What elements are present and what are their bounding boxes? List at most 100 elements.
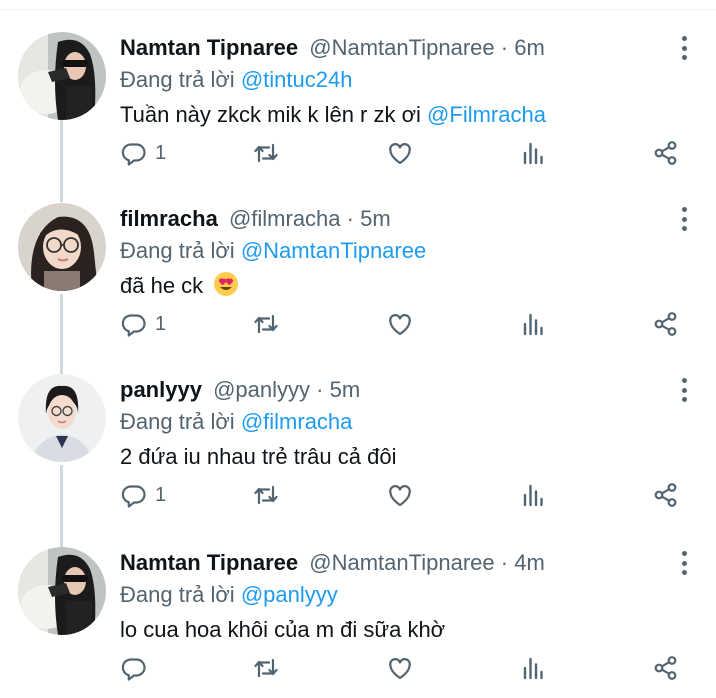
heart-icon (389, 485, 411, 507)
more-vertical-icon[interactable] (672, 34, 696, 62)
views-button[interactable] (520, 309, 548, 339)
tweet-text-body: lo cua hoa khôi của m đi sữa khờ (120, 617, 446, 642)
views-button[interactable] (520, 138, 548, 168)
text-mention[interactable]: @Filmracha (427, 102, 546, 127)
more-vertical-icon[interactable] (672, 205, 696, 233)
timestamp[interactable]: 5m (360, 206, 391, 231)
author-handle[interactable]: @panlyyy (213, 377, 310, 402)
retweet-icon (254, 485, 278, 505)
tweet-header: Namtan Tipnaree @NamtanTipnaree · 4m (120, 547, 545, 579)
heart-icon (389, 314, 411, 336)
timestamp[interactable]: 6m (514, 35, 545, 60)
top-divider (0, 9, 716, 10)
heart-eyes-emoji (214, 272, 239, 296)
views-icon (523, 142, 543, 165)
filmracha-avatar (18, 203, 106, 291)
replying-to: Đang trả lời @panlyyy (120, 580, 338, 610)
separator-dot: · (316, 377, 324, 402)
replying-to-label: Đang trả lời (120, 582, 235, 607)
author-name[interactable]: panlyyy (120, 377, 202, 402)
tweet-actions (120, 653, 690, 683)
reply-count: 1 (155, 141, 167, 164)
tweet[interactable]: filmracha @filmracha · 5m Đang trả lời @… (0, 203, 716, 353)
share-button[interactable] (652, 480, 680, 510)
author-handle[interactable]: @filmracha (229, 206, 341, 231)
reply-button[interactable] (120, 653, 155, 683)
replying-to-label: Đang trả lời (120, 67, 235, 92)
like-button[interactable] (386, 138, 414, 168)
more-vertical-icon[interactable] (672, 376, 696, 404)
tweet[interactable]: panlyyy @panlyyy · 5m Đang trả lời @film… (0, 374, 716, 524)
heart-icon (389, 143, 411, 165)
views-button[interactable] (520, 480, 548, 510)
like-button[interactable] (386, 480, 414, 510)
retweet-icon (254, 143, 278, 163)
retweet-button[interactable] (252, 138, 280, 168)
replying-to-label: Đang trả lời (120, 409, 235, 434)
namtan-avatar (18, 547, 106, 635)
tweet-header: filmracha @filmracha · 5m (120, 203, 391, 235)
tweet-text: Tuần này zkck mik k lên r zk ơi @Filmrac… (120, 99, 546, 131)
tweet-actions: 1 (120, 309, 690, 339)
more-vertical-icon[interactable] (672, 549, 696, 577)
reply-count: 1 (155, 312, 167, 335)
retweet-button[interactable] (252, 653, 280, 683)
reply-button[interactable]: 1 (120, 138, 166, 168)
share-icon (654, 483, 677, 507)
tweet-text: lo cua hoa khôi của m đi sữa khờ (120, 614, 445, 646)
timestamp[interactable]: 4m (514, 550, 545, 575)
share-icon (654, 656, 677, 680)
tweet-actions: 1 (120, 138, 690, 168)
like-button[interactable] (386, 309, 414, 339)
reply-count: 1 (155, 483, 167, 506)
reply-button[interactable]: 1 (120, 480, 166, 510)
author-handle[interactable]: @NamtanTipnaree (309, 35, 494, 60)
replying-to-mention[interactable]: @filmracha (241, 409, 353, 434)
retweet-icon (254, 658, 278, 678)
replying-to-mention[interactable]: @panlyyy (241, 582, 338, 607)
tweet-text: đã he ck (120, 270, 239, 302)
reply-icon (121, 314, 146, 337)
reply-button[interactable]: 1 (120, 309, 166, 339)
tweet-text: 2 đứa iu nhau trẻ trâu cả đôi (120, 441, 396, 473)
retweet-button[interactable] (252, 480, 280, 510)
heart-icon (389, 658, 411, 680)
views-icon (523, 657, 543, 680)
replying-to-mention[interactable]: @NamtanTipnaree (241, 238, 426, 263)
tweet-text-body: 2 đứa iu nhau trẻ trâu cả đôi (120, 444, 397, 469)
namtan-avatar (18, 32, 106, 120)
tweet-actions: 1 (120, 480, 690, 510)
avatar[interactable] (18, 374, 106, 462)
share-icon (654, 312, 677, 336)
views-icon (523, 484, 543, 507)
reply-icon (121, 485, 146, 508)
separator-dot: · (500, 550, 509, 575)
avatar[interactable] (18, 32, 106, 120)
avatar[interactable] (18, 547, 106, 635)
panlyyy-avatar (18, 374, 106, 462)
like-button[interactable] (386, 653, 414, 683)
views-button[interactable] (520, 653, 548, 683)
author-name[interactable]: filmracha (120, 206, 218, 231)
separator-dot: · (500, 35, 509, 60)
share-icon (654, 141, 677, 165)
replying-to: Đang trả lời @filmracha (120, 407, 352, 437)
author-name[interactable]: Namtan Tipnaree (120, 550, 298, 575)
retweet-button[interactable] (252, 309, 280, 339)
replying-to-label: Đang trả lời (120, 238, 235, 263)
timestamp[interactable]: 5m (330, 377, 361, 402)
share-button[interactable] (652, 138, 680, 168)
tweet-text-body: Tuần này zkck mik k lên r zk ơi (120, 102, 421, 127)
author-handle[interactable]: @NamtanTipnaree (309, 550, 494, 575)
author-name[interactable]: Namtan Tipnaree (120, 35, 298, 60)
replying-to: Đang trả lời @tintuc24h (120, 65, 352, 95)
tweet-header: Namtan Tipnaree @NamtanTipnaree · 6m (120, 32, 545, 64)
replying-to-mention[interactable]: @tintuc24h (241, 67, 353, 92)
share-button[interactable] (652, 653, 680, 683)
tweet[interactable]: Namtan Tipnaree @NamtanTipnaree · 6m Đan… (0, 32, 716, 182)
separator-dot: · (346, 206, 354, 231)
tweet[interactable]: Namtan Tipnaree @NamtanTipnaree · 4m Đan… (0, 547, 716, 698)
share-button[interactable] (652, 309, 680, 339)
reply-icon (121, 143, 146, 166)
avatar[interactable] (18, 203, 106, 291)
